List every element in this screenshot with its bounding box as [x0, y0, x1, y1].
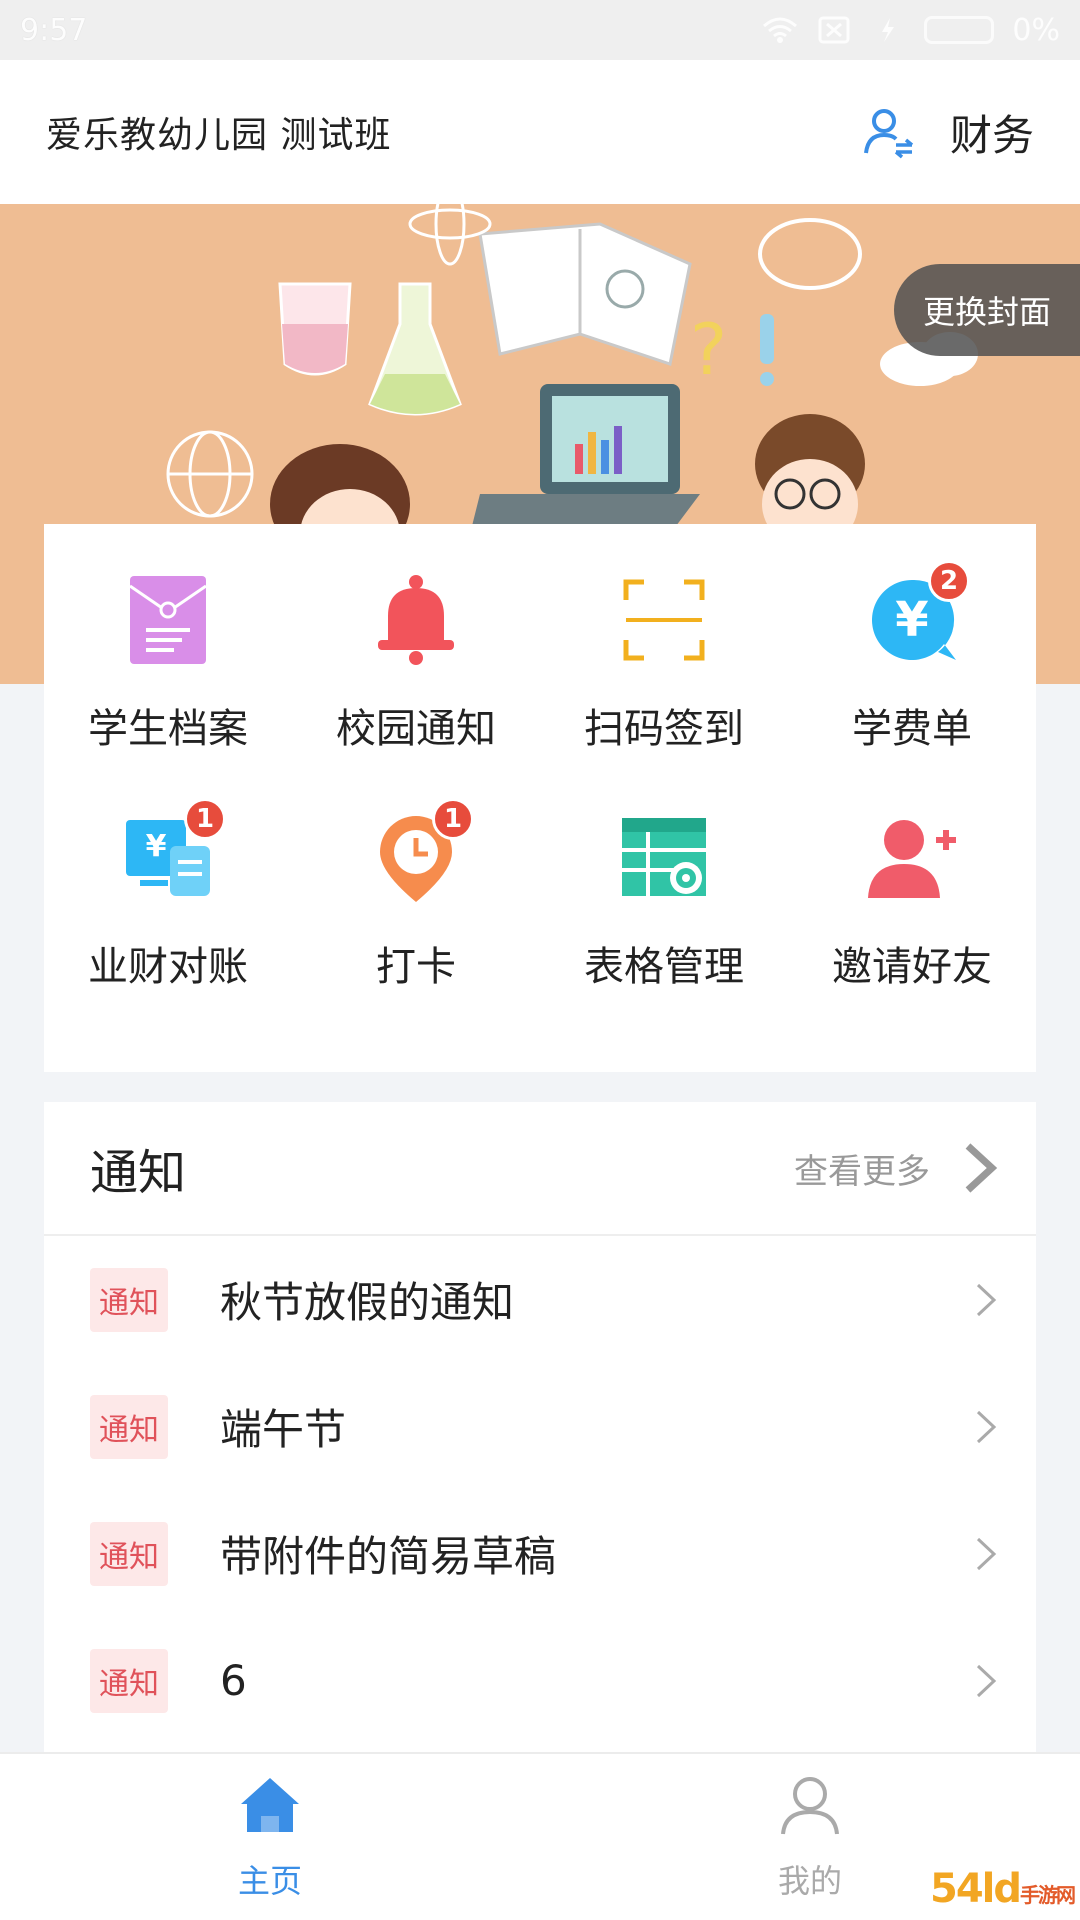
switch-user-icon[interactable] [862, 105, 916, 159]
battery-icon [924, 16, 995, 44]
file-envelope-icon [129, 576, 207, 664]
status-icons: 0% [762, 13, 1060, 48]
grid-label: 业财对账 [88, 944, 248, 990]
chevron-right-icon[interactable] [960, 1140, 1000, 1196]
notice-tag: 通知 [90, 1394, 168, 1459]
grid-item-invite-friend[interactable]: 邀请好友 [788, 798, 1036, 1036]
grid-item-campus-notice[interactable]: 校园通知 [292, 560, 540, 798]
chevron-right-icon [976, 1664, 997, 1697]
view-more-link[interactable]: 查看更多 [794, 1140, 1000, 1196]
svg-text:¥: ¥ [146, 829, 167, 864]
svg-text:?: ? [690, 309, 727, 391]
grid-label: 打卡 [376, 944, 456, 990]
chevron-right-icon [976, 1283, 997, 1316]
no-sim-icon [818, 16, 850, 44]
change-cover-button[interactable]: 更换封面 [894, 264, 1080, 356]
grid-item-table-manage[interactable]: 表格管理 [540, 798, 788, 1036]
status-time: 9:57 [20, 12, 88, 48]
grid-item-clock-in[interactable]: 1 打卡 [292, 798, 540, 1036]
grid-label: 校园通知 [336, 706, 496, 752]
grid-item-finance-reconcile[interactable]: ¥ 1 业财对账 [44, 798, 292, 1036]
grid-label: 学生档案 [88, 706, 248, 752]
notice-title[interactable]: 6 [220, 1656, 972, 1705]
nav-mine-label[interactable]: 我的 [778, 1856, 842, 1902]
grid-item-scan-checkin[interactable]: 扫码签到 [540, 560, 788, 798]
svg-text:¥: ¥ [895, 592, 928, 648]
bottom-nav: 主页 我的 [0, 1752, 1080, 1920]
notice-heading: 通知 [90, 1145, 187, 1201]
grid-item-tuition-bill[interactable]: ¥ 2 学费单 [788, 560, 1036, 798]
notification-badge: 1 [184, 798, 226, 840]
nav-home[interactable]: 主页 [0, 1754, 540, 1920]
class-title: 爱乐教幼儿园 测试班 [46, 115, 392, 156]
bell-icon [378, 575, 454, 665]
notice-title[interactable]: 端午节 [220, 1396, 972, 1457]
battery-percent: 0% [1012, 12, 1060, 48]
notice-tag: 通知 [90, 1648, 168, 1713]
app-header: 爱乐教幼儿园 测试班 财务 [0, 60, 1080, 204]
grid-label: 扫码签到 [584, 706, 744, 752]
status-bar: 9:57 0% [0, 0, 1080, 60]
wifi-icon [763, 17, 798, 43]
finance-label[interactable]: 财务 [950, 102, 1034, 163]
table-gear-icon [622, 818, 706, 896]
watermark-logo: 54ld手游网 [929, 1866, 1076, 1912]
grid-item-student-files[interactable]: 学生档案 [44, 560, 292, 798]
notice-tag: 通知 [90, 1521, 168, 1586]
view-more-label[interactable]: 查看更多 [794, 1144, 930, 1193]
grid-label: 邀请好友 [832, 944, 992, 990]
notice-header: 通知 查看更多 [44, 1102, 1036, 1236]
notification-badge: 2 [928, 560, 970, 602]
user-icon[interactable] [777, 1772, 843, 1838]
notice-item[interactable]: 通知 6 [44, 1617, 1036, 1744]
notice-card: 通知 查看更多 通知 秋节放假的通知 通知 端午节 通知 带附件的简易草稿 通知… [44, 1102, 1036, 1752]
notice-item[interactable]: 通知 秋节放假的通知 [44, 1236, 1036, 1363]
charging-icon [882, 18, 895, 42]
grid-label: 学费单 [852, 706, 972, 752]
chevron-right-icon [976, 1537, 997, 1570]
notice-item[interactable]: 通知 带附件的简易草稿 [44, 1490, 1036, 1617]
scan-icon [623, 579, 705, 661]
quick-actions-grid: 学生档案 校园通知 扫码签到 ¥ 2 学费单 ¥ 1 业财对账 1 打卡 表格管… [44, 524, 1036, 1072]
grid-label: 表格管理 [584, 944, 744, 990]
finance-button[interactable]: 财务 [862, 102, 1034, 163]
add-user-icon [868, 820, 956, 898]
chevron-right-icon [976, 1410, 997, 1443]
notice-title[interactable]: 秋节放假的通知 [220, 1269, 972, 1330]
nav-home-label[interactable]: 主页 [238, 1856, 302, 1902]
home-icon[interactable] [237, 1772, 303, 1838]
notification-badge: 1 [432, 798, 474, 840]
notice-tag: 通知 [90, 1267, 168, 1332]
notice-title[interactable]: 带附件的简易草稿 [220, 1523, 972, 1584]
notice-item[interactable]: 通知 端午节 [44, 1363, 1036, 1490]
